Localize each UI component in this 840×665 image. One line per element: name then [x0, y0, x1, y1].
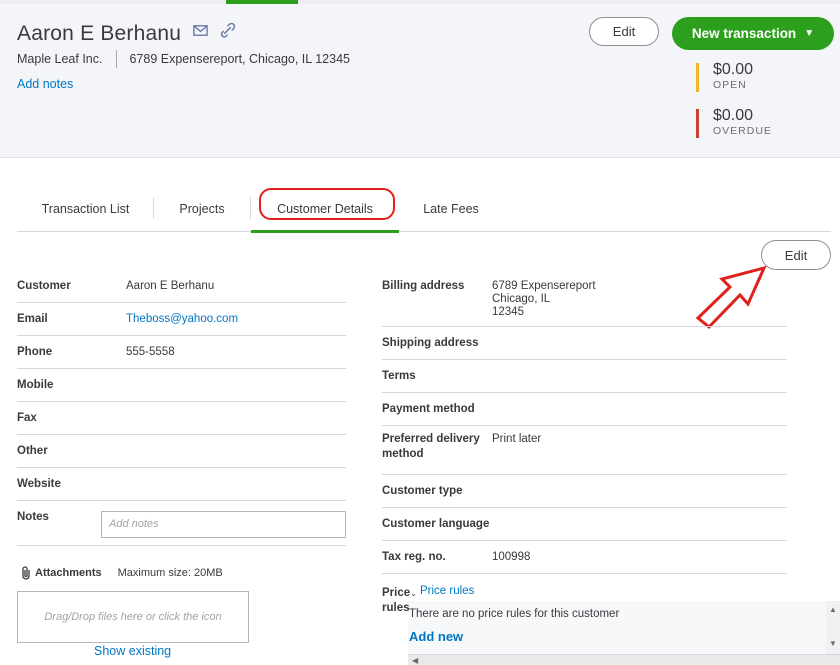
open-balance: $0.00 OPEN — [696, 62, 753, 92]
billing-line: 12345 — [492, 306, 524, 318]
attachments-row: Attachments Maximum size: 20MB — [20, 565, 223, 581]
field-customer: Customer Aaron E Berhanu — [17, 270, 346, 303]
customer-address: 6789 Expensereport, Chicago, IL 12345 — [129, 52, 350, 66]
notes-input[interactable]: Add notes — [101, 511, 346, 538]
tab-bar: Transaction List Projects Customer Detai… — [17, 186, 831, 233]
scroll-down-icon[interactable]: ▼ — [829, 639, 837, 648]
tab-late-fees[interactable]: Late Fees — [403, 186, 499, 231]
new-transaction-button[interactable]: New transaction ▼ — [672, 17, 834, 50]
company-name: Maple Leaf Inc. — [17, 52, 103, 66]
field-label: Preferred delivery method — [382, 433, 480, 460]
scroll-up-icon[interactable]: ▲ — [829, 605, 837, 614]
field-mobile: Mobile — [17, 369, 346, 402]
chevron-down-icon: ⌄ — [410, 589, 417, 598]
field-label: Payment method — [382, 403, 475, 415]
paperclip-icon — [22, 566, 30, 580]
add-notes-link[interactable]: Add notes — [17, 77, 73, 91]
field-label: Fax — [17, 412, 37, 424]
field-payment-method: Payment method — [382, 393, 787, 426]
tab-transaction-list[interactable]: Transaction List — [17, 186, 154, 231]
field-billing-address: Billing address 6789 Expensereport Chica… — [382, 270, 787, 327]
show-existing-link[interactable]: Show existing — [94, 644, 171, 658]
field-label: Shipping address — [382, 337, 479, 349]
price-rules-label-line: Price — [382, 587, 411, 599]
billing-line: 6789 Expensereport — [492, 280, 596, 292]
field-label: Customer — [17, 280, 71, 292]
field-value: Aaron E Berhanu — [126, 280, 215, 292]
email-icon[interactable] — [192, 22, 209, 44]
scroll-left-icon[interactable]: ◀ — [412, 656, 418, 665]
field-shipping-address: Shipping address — [382, 327, 787, 360]
divider — [116, 50, 118, 68]
billing-address-value: 6789 Expensereport Chicago, IL 12345 — [492, 280, 596, 319]
field-label: Other — [17, 445, 48, 457]
field-website: Website — [17, 468, 346, 501]
field-label: Terms — [382, 370, 416, 382]
field-label: Email — [17, 313, 48, 325]
attachments-max-size: Maximum size: 20MB — [117, 567, 223, 579]
field-label: Tax reg. no. — [382, 551, 446, 563]
name-icons — [192, 22, 236, 44]
email-link[interactable]: Theboss@yahoo.com — [126, 313, 238, 325]
price-rules-link[interactable]: Price rules — [420, 585, 474, 597]
field-preferred-delivery: Preferred delivery method Print later — [382, 426, 787, 475]
field-tax-reg: Tax reg. no. 100998 — [382, 541, 787, 574]
overdue-amount: $0.00 — [713, 107, 754, 124]
field-other: Other — [17, 435, 346, 468]
field-label: Phone — [17, 346, 53, 358]
field-value: 555-5558 — [126, 346, 175, 358]
overdue-balance: $0.00 OVERDUE — [696, 108, 772, 138]
attachments-label: Attachments — [35, 567, 102, 579]
caret-down-icon: ▼ — [804, 28, 815, 39]
price-rules-label-line: rules — [382, 602, 410, 614]
price-rules-section: Price⌄ rules Price rules There are no pr… — [382, 583, 840, 665]
tab-projects[interactable]: Projects — [154, 186, 250, 231]
edit-customer-button[interactable]: Edit — [589, 17, 659, 46]
field-label: Customer language — [382, 518, 490, 530]
overdue-color-strip — [696, 109, 699, 138]
horizontal-scrollbar[interactable]: ◀ — [408, 654, 840, 665]
company-line: Maple Leaf Inc. 6789 Expensereport, Chic… — [17, 50, 350, 68]
overdue-label: OVERDUE — [713, 125, 772, 137]
field-customer-type: Customer type — [382, 475, 787, 508]
new-transaction-label: New transaction — [691, 26, 797, 41]
field-label: Billing address — [382, 280, 465, 292]
attachment-link-icon[interactable] — [219, 22, 236, 44]
edit-details-button[interactable]: Edit — [761, 240, 831, 270]
vertical-scrollbar[interactable]: ▲ ▼ — [826, 601, 840, 654]
billing-line: Chicago, IL — [492, 293, 551, 305]
field-label: Website — [17, 478, 61, 490]
tab-customer-details[interactable]: Customer Details — [251, 186, 399, 233]
field-customer-language: Customer language — [382, 508, 787, 541]
contact-details: Customer Aaron E Berhanu Email Theboss@y… — [17, 270, 346, 546]
field-fax: Fax — [17, 402, 346, 435]
field-email: Email Theboss@yahoo.com — [17, 303, 346, 336]
field-label: Notes — [17, 511, 49, 523]
field-label: Mobile — [17, 379, 54, 391]
attachment-dropzone[interactable]: Drag/Drop files here or click the icon — [17, 591, 249, 643]
open-amount: $0.00 — [713, 61, 754, 78]
open-label: OPEN — [713, 79, 747, 91]
field-label: Customer type — [382, 485, 463, 497]
customer-name: Aaron E Berhanu — [17, 22, 182, 45]
field-phone: Phone 555-5558 — [17, 336, 346, 369]
field-terms: Terms — [382, 360, 787, 393]
field-value: 100998 — [492, 551, 531, 563]
price-rules-empty-message: There are no price rules for this custom… — [409, 608, 620, 620]
add-new-price-rule-link[interactable]: Add new — [409, 629, 463, 644]
field-value: Print later — [492, 433, 542, 445]
billing-details: Billing address 6789 Expensereport Chica… — [382, 270, 787, 574]
open-color-strip — [696, 63, 699, 92]
annotation-circle — [259, 188, 395, 220]
customer-header: Aaron E Berhanu Maple Leaf Inc. 6789 Exp… — [0, 4, 840, 158]
